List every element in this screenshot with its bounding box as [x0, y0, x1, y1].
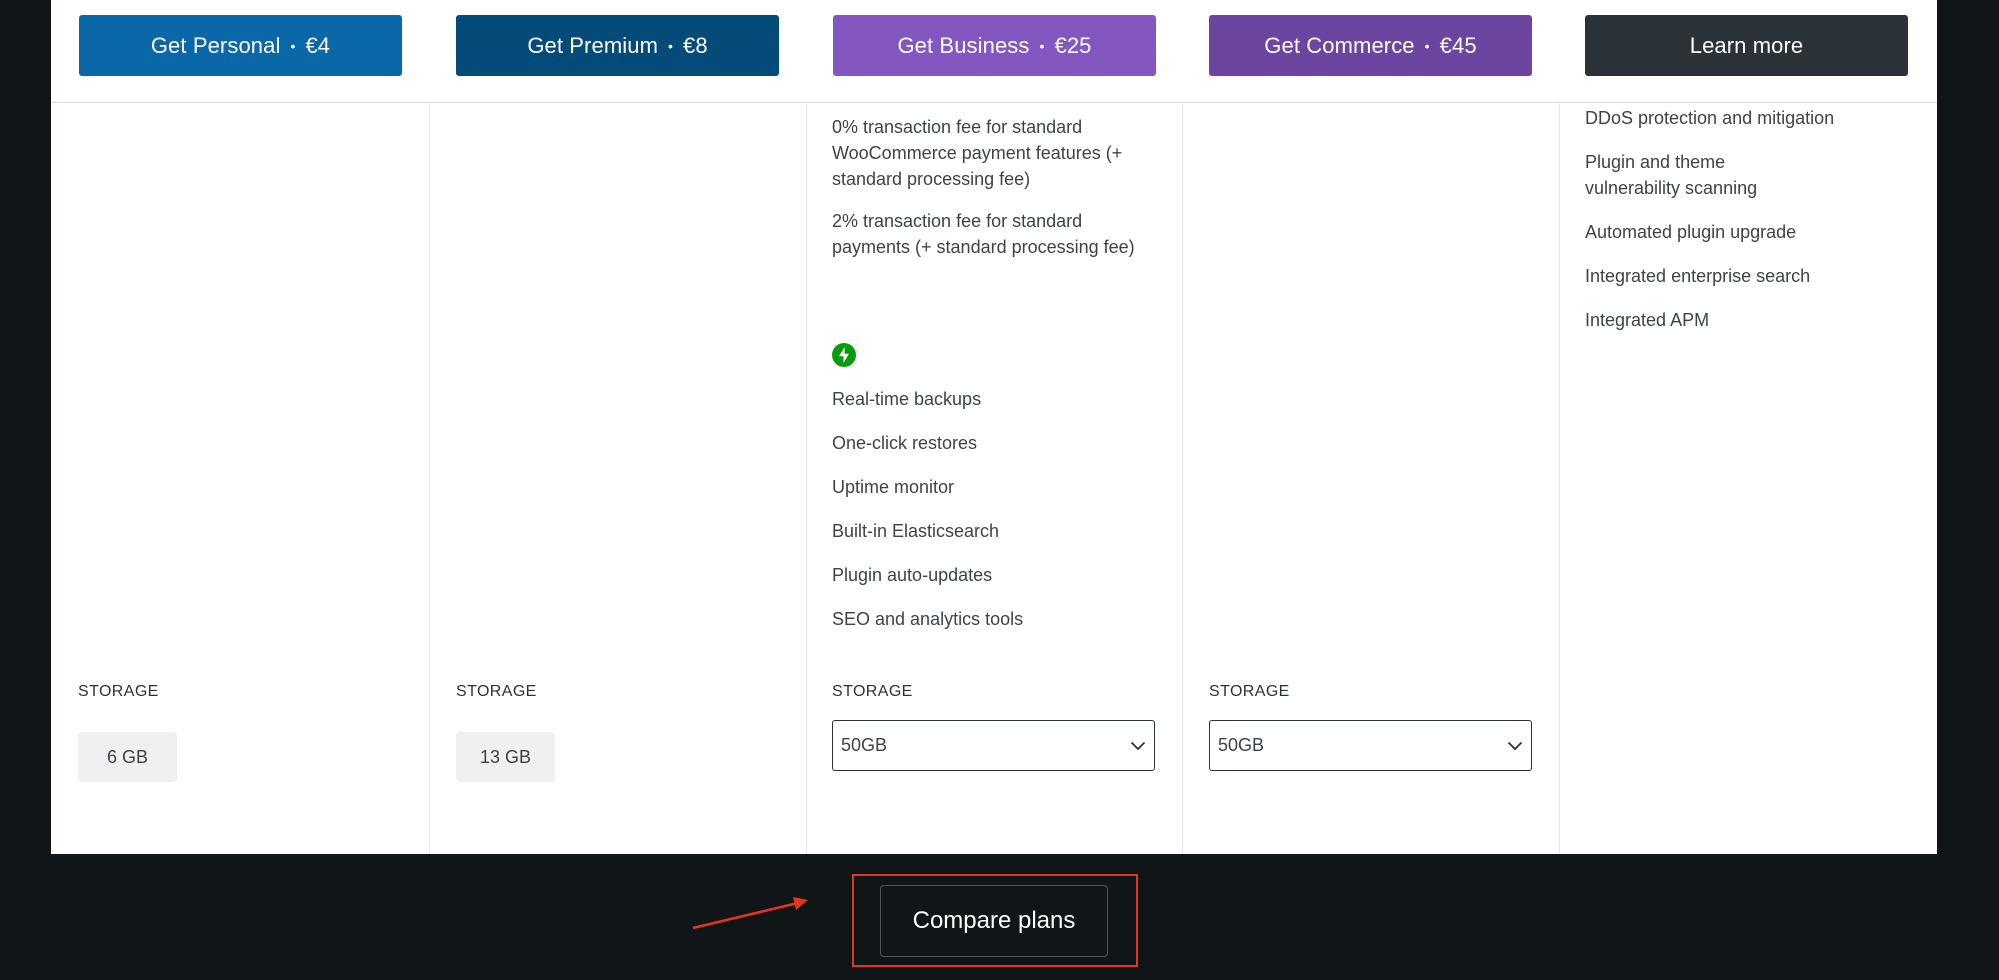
- learn-more-button[interactable]: Learn more: [1585, 15, 1908, 76]
- feature-item: 2% transaction fee for standard payments…: [832, 211, 1135, 257]
- feature-item: Plugin and theme vulnerability scanning: [1585, 152, 1758, 198]
- storage-label: STORAGE: [1209, 683, 1290, 700]
- storage-select-value: 50GB: [841, 735, 888, 755]
- personal-column: STORAGE 6 GB: [78, 103, 418, 854]
- cta-price: €25: [1054, 32, 1092, 58]
- storage-value: 6 GB: [78, 732, 177, 782]
- commerce-column: STORAGE 50GB: [1209, 103, 1549, 854]
- get-business-button[interactable]: Get Business • €25: [833, 15, 1156, 76]
- feature-item: Plugin auto-updates: [832, 565, 993, 585]
- storage-value: 13 GB: [456, 732, 555, 782]
- premium-column: STORAGE 13 GB: [456, 103, 796, 854]
- column-divider: [806, 103, 807, 854]
- cta-label: Learn more: [1689, 32, 1804, 58]
- get-commerce-button[interactable]: Get Commerce • €45: [1209, 15, 1532, 76]
- jetpack-bolt-icon: [832, 343, 856, 367]
- feature-item: 0% transaction fee for standard WooComme…: [832, 117, 1123, 189]
- storage-label: STORAGE: [78, 683, 159, 700]
- column-divider: [1182, 103, 1183, 854]
- feature-item: Integrated APM: [1585, 310, 1710, 330]
- cta-label: Get Premium: [527, 32, 658, 58]
- plans-cta-row: Get Personal • €4 Get Premium • €8 Get B…: [51, 0, 1937, 103]
- storage-select-value: 50GB: [1218, 735, 1265, 755]
- cta-label: Get Personal: [150, 32, 281, 58]
- enterprise-column: DDoS protection and mitigation Plugin an…: [1585, 103, 1925, 854]
- cta-price: €8: [683, 32, 708, 58]
- storage-select[interactable]: 50GB: [832, 720, 1155, 771]
- feature-item: Built-in Elasticsearch: [832, 521, 1000, 541]
- feature-item: Automated plugin upgrade: [1585, 222, 1797, 242]
- cta-label: Get Commerce: [1264, 32, 1415, 58]
- annotation-arrow-icon: [692, 897, 808, 930]
- column-divider: [429, 103, 430, 854]
- separator-dot: •: [1039, 37, 1045, 54]
- cta-price: €4: [305, 32, 331, 58]
- storage-label: STORAGE: [456, 683, 537, 700]
- get-personal-button[interactable]: Get Personal • €4: [79, 15, 402, 76]
- column-divider: [1559, 103, 1560, 854]
- feature-item: DDoS protection and mitigation: [1585, 108, 1835, 128]
- feature-item: Integrated enterprise search: [1585, 266, 1811, 286]
- feature-item: Real-time backups: [832, 389, 982, 409]
- cta-price: €45: [1439, 32, 1477, 58]
- separator-dot: •: [290, 37, 296, 54]
- business-column: 0% transaction fee for standard WooComme…: [832, 103, 1172, 854]
- feature-item: Uptime monitor: [832, 477, 955, 497]
- compare-plans-label: Compare plans: [912, 907, 1076, 934]
- cta-label: Get Business: [897, 32, 1030, 58]
- separator-dot: •: [1424, 37, 1430, 54]
- get-premium-button[interactable]: Get Premium • €8: [456, 15, 779, 76]
- chevron-down-icon: [1130, 735, 1146, 756]
- feature-item: One-click restores: [832, 433, 978, 453]
- storage-label: STORAGE: [832, 683, 913, 700]
- separator-dot: •: [668, 37, 674, 54]
- feature-item: SEO and analytics tools: [832, 609, 1024, 629]
- storage-select[interactable]: 50GB: [1209, 720, 1532, 771]
- plans-panel: Get Personal • €4 Get Premium • €8 Get B…: [51, 0, 1937, 854]
- compare-plans-button[interactable]: Compare plans: [880, 885, 1108, 957]
- chevron-down-icon: [1507, 735, 1523, 756]
